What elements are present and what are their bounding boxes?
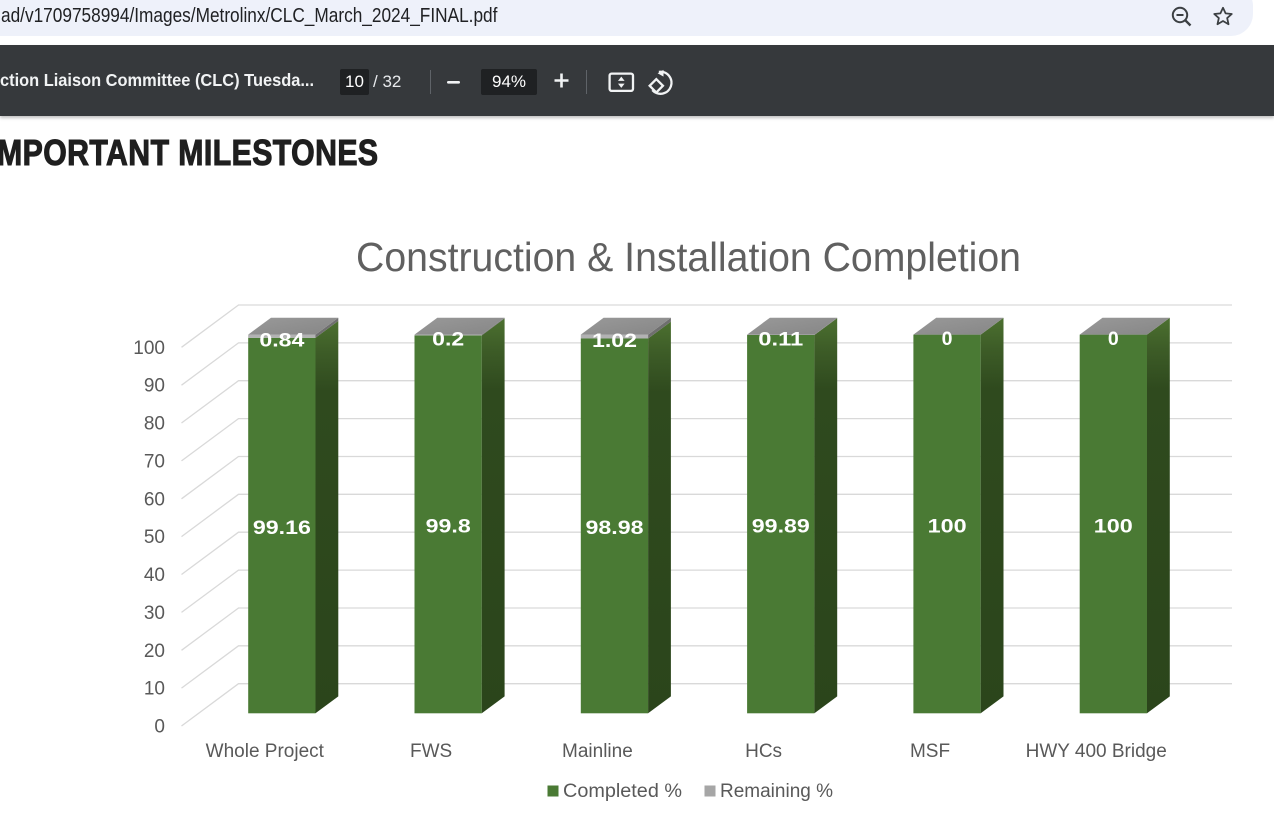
svg-text:100: 100 xyxy=(1094,515,1133,537)
svg-text:Whole Project: Whole Project xyxy=(206,741,325,762)
svg-text:0: 0 xyxy=(1108,328,1119,350)
svg-text:40: 40 xyxy=(144,565,165,586)
svg-text:60: 60 xyxy=(144,489,165,510)
svg-text:80: 80 xyxy=(144,414,165,435)
svg-text:0.2: 0.2 xyxy=(432,329,464,351)
svg-text:0: 0 xyxy=(942,328,953,350)
svg-text:Mainline: Mainline xyxy=(562,741,633,762)
svg-text:10: 10 xyxy=(144,679,165,700)
svg-text:0.11: 0.11 xyxy=(758,328,803,350)
svg-text:Construction & Installation Co: Construction & Installation Completion xyxy=(356,234,1021,280)
svg-text:70: 70 xyxy=(144,451,165,472)
svg-text:20: 20 xyxy=(144,641,165,662)
svg-text:MSF: MSF xyxy=(910,741,950,762)
svg-text:FWS: FWS xyxy=(410,741,452,762)
svg-text:1.02: 1.02 xyxy=(592,330,637,352)
svg-text:99.89: 99.89 xyxy=(752,516,810,538)
svg-text:HWY 400 Bridge: HWY 400 Bridge xyxy=(1026,741,1167,762)
svg-text:99.8: 99.8 xyxy=(426,516,471,538)
svg-text:90: 90 xyxy=(144,376,165,397)
svg-text:100: 100 xyxy=(928,515,967,537)
svg-text:Remaining %: Remaining % xyxy=(720,781,833,802)
svg-text:30: 30 xyxy=(144,603,165,624)
svg-text:HCs: HCs xyxy=(745,741,782,762)
svg-text:100: 100 xyxy=(133,338,165,359)
svg-text:0.84: 0.84 xyxy=(259,330,304,352)
svg-text:0: 0 xyxy=(154,717,165,738)
svg-text:50: 50 xyxy=(144,527,165,548)
svg-text:99.16: 99.16 xyxy=(253,517,311,539)
svg-text:98.98: 98.98 xyxy=(586,517,644,539)
svg-text:Completed %: Completed % xyxy=(563,781,682,802)
